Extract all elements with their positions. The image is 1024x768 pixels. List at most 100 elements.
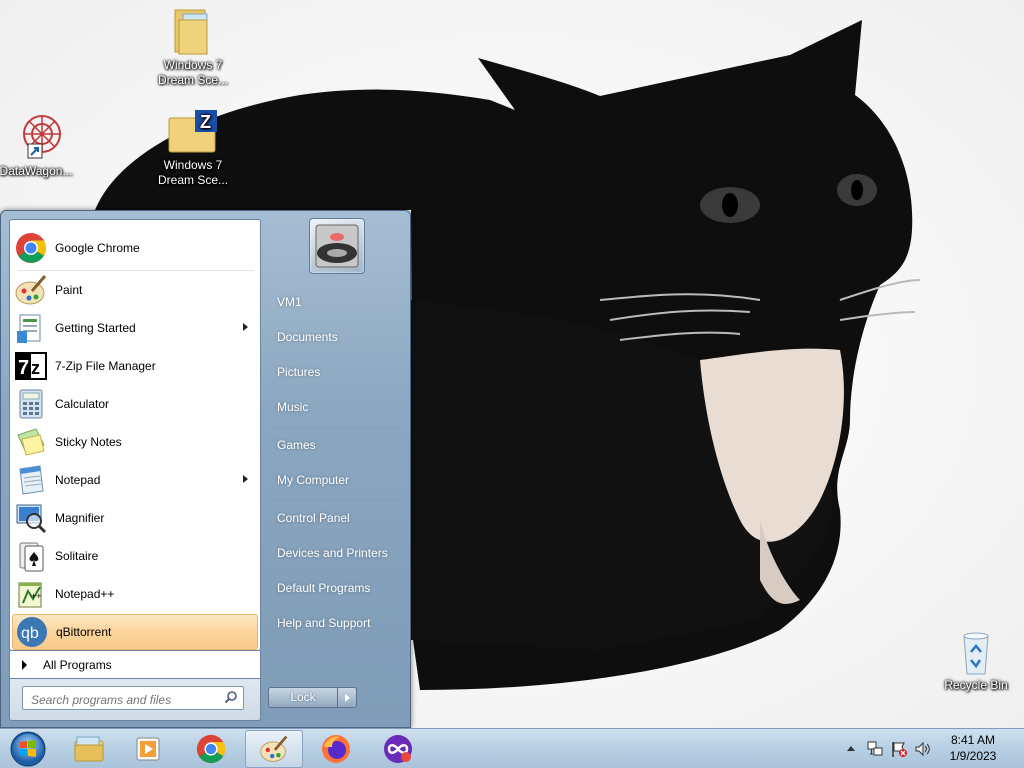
desktop-icon-label: Dream Sce... [157,173,229,187]
clock-time: 8:41 AM [950,733,996,747]
program-label: Magnifier [55,511,105,525]
program-qbittorrent[interactable]: qb qBittorrent [12,614,258,650]
chrome-icon [196,734,226,764]
start-button[interactable] [4,730,48,768]
sticky-notes-icon [17,428,45,456]
link-devices-and-printers[interactable]: Devices and Printers [269,538,403,568]
program-solitaire[interactable]: Solitaire [12,538,258,574]
separator [271,500,401,501]
svg-text:z: z [31,358,40,378]
calculator-icon [19,389,43,419]
svg-text:++: ++ [31,591,42,601]
media-player-icon [136,737,160,761]
program-7zip[interactable]: 7 z 7-Zip File Manager [12,348,258,384]
solitaire-icon [19,542,44,572]
program-label: Google Chrome [55,241,140,255]
program-getting-started[interactable]: Getting Started [12,310,258,346]
user-avatar-icon [315,224,359,268]
datawagon-icon [23,115,61,159]
program-label: qBittorrent [56,625,112,639]
program-paint[interactable]: Paint [12,272,258,308]
magnifier-icon [16,504,47,534]
search-icon[interactable] [224,690,238,704]
desktop-icon-folder-1[interactable]: Windows 7 Dream Sce... [153,4,233,88]
link-music[interactable]: Music [269,392,403,422]
link-games[interactable]: Games [269,430,403,460]
link-control-panel[interactable]: Control Panel [269,503,403,533]
separator [271,427,401,428]
paint-icon [260,735,288,762]
search-area [9,679,261,721]
taskbar-explorer[interactable] [60,730,118,768]
taskbar-paint[interactable] [245,730,303,768]
link-pictures[interactable]: Pictures [269,357,403,387]
separator [18,270,254,271]
lock-button[interactable]: Lock [268,687,338,708]
program-magnifier[interactable]: Magnifier [12,500,258,536]
all-programs-button[interactable]: All Programs [9,651,261,679]
7zip-icon: 7 z [15,352,47,380]
taskbar-media-player[interactable] [120,730,178,768]
program-label: Notepad [55,473,101,487]
zip-folder-icon: Z [168,110,217,153]
arrow-right-icon [345,694,350,702]
user-picture[interactable] [309,218,365,274]
program-label: Paint [55,283,83,297]
taskbar-app[interactable] [369,730,427,768]
link-my-computer[interactable]: My Computer [269,465,403,495]
action-center-flag-icon[interactable] [890,740,908,758]
app-icon [384,735,412,763]
start-menu: Google Chrome Paint Getting Started 7 z … [0,210,411,728]
all-programs-label: All Programs [43,657,112,672]
taskbar: 8:41 AM 1/9/2023 [0,728,1024,768]
getting-started-icon [17,314,41,343]
program-label: Getting Started [55,321,136,335]
taskbar-chrome[interactable] [182,730,240,768]
folder-icon [174,9,208,55]
svg-text:Z: Z [200,112,211,132]
network-icon[interactable] [866,740,884,758]
program-notepadpp[interactable]: ++ Notepad++ [12,576,258,612]
explorer-icon [74,736,104,762]
triangle-right-icon [22,659,27,670]
desktop-icon-label: Recycle Bin [944,678,1008,692]
svg-text:7: 7 [18,357,29,379]
program-notepad[interactable]: Notepad [12,462,258,498]
desktop-icon-label: Windows 7 [163,58,223,72]
notepadpp-icon: ++ [18,582,42,608]
svg-text:qb: qb [21,625,39,642]
link-user-vm1[interactable]: VM1 [269,287,403,317]
desktop-icon-label: Dream Sce... [157,73,229,87]
firefox-icon [322,735,350,763]
programs-pane: Google Chrome Paint Getting Started 7 z … [9,219,261,653]
desktop-icon-recycle-bin[interactable]: Recycle Bin [936,630,1016,693]
qbittorrent-icon: qb [17,617,47,647]
notepad-icon [19,465,44,495]
submenu-arrow-icon[interactable] [243,323,248,331]
program-label: Calculator [55,397,110,411]
program-sticky-notes[interactable]: Sticky Notes [12,424,258,460]
show-hidden-icons-icon[interactable] [846,744,856,752]
submenu-arrow-icon[interactable] [243,475,248,483]
pinned-google-chrome[interactable]: Google Chrome [12,230,258,266]
program-label: Sticky Notes [55,435,122,449]
chrome-icon [16,233,47,263]
taskbar-firefox[interactable] [307,730,365,768]
desktop-icon-label: Windows 7 [163,158,223,172]
search-input[interactable] [22,686,244,710]
clock-date: 1/9/2023 [949,749,997,763]
program-calculator[interactable]: Calculator [12,386,258,422]
link-default-programs[interactable]: Default Programs [269,573,403,603]
link-documents[interactable]: Documents [269,322,403,352]
desktop-icon-datawagon[interactable]: DataWagon... [0,112,80,179]
clock[interactable]: 8:41 AM 1/9/2023 [930,732,1016,764]
paint-icon [15,275,47,305]
program-label: Notepad++ [55,587,115,601]
shutdown-options-button[interactable] [337,687,357,708]
recycle-bin-icon [963,632,989,675]
program-label: 7-Zip File Manager [55,359,156,373]
desktop-icon-folder-2[interactable]: Z Windows 7 Dream Sce... [153,108,233,188]
link-help-and-support[interactable]: Help and Support [269,608,403,638]
program-label: Solitaire [55,549,99,563]
desktop-icon-label: DataWagon... [0,164,73,178]
